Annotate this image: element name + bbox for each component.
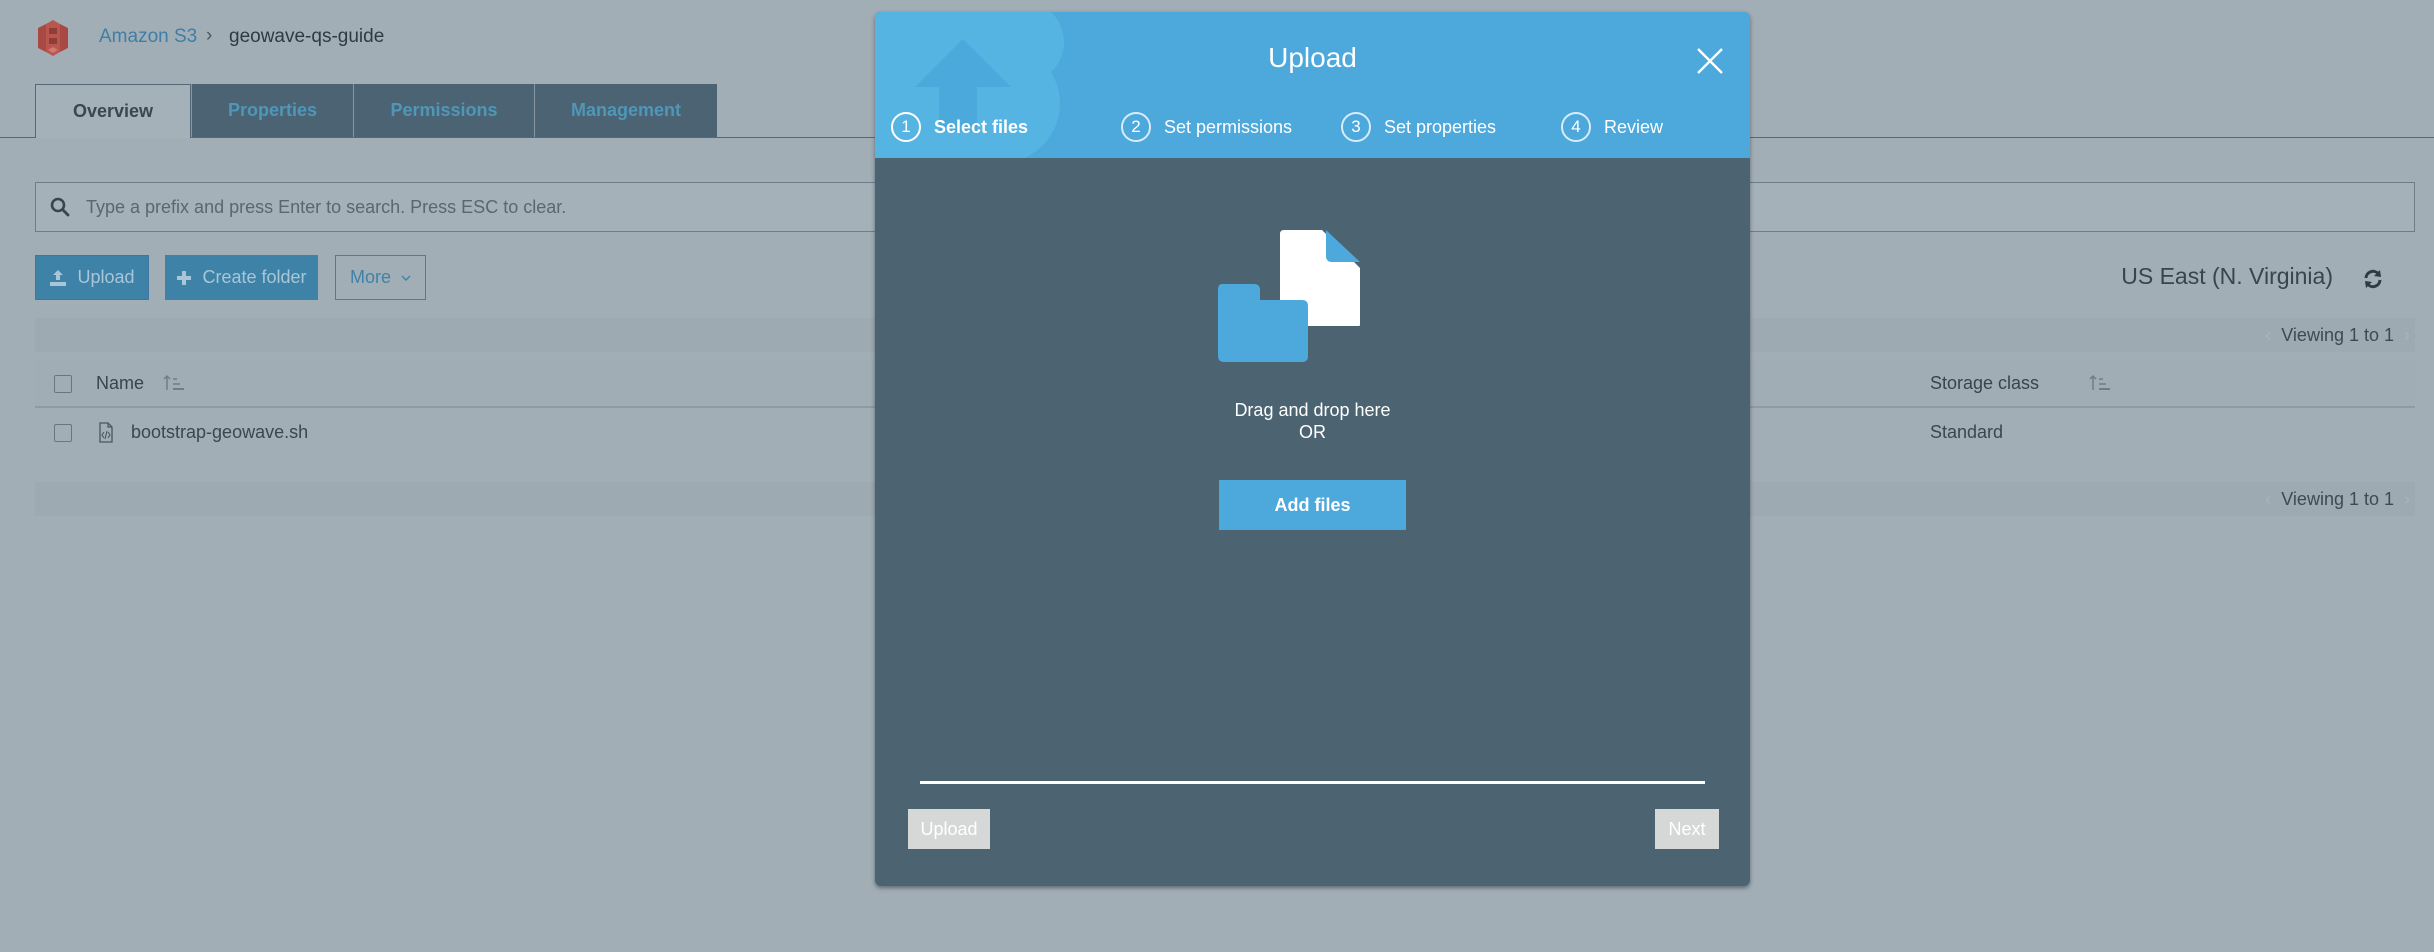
- step-select-files: 1 Select files: [891, 110, 1028, 144]
- pagination-text: Viewing 1 to 1: [2281, 488, 2394, 509]
- amazon-s3-logo: [34, 18, 72, 58]
- region-label: US East (N. Virginia): [2121, 263, 2333, 289]
- upload-dialog: Upload 1 Select files 2 Set permissions …: [875, 12, 1750, 886]
- drop-zone-text: Drag and drop here OR: [875, 399, 1750, 443]
- select-all-checkbox[interactable]: [54, 375, 72, 393]
- more-dropdown-button[interactable]: More: [335, 255, 426, 300]
- file-name-link[interactable]: bootstrap-geowave.sh: [131, 422, 308, 443]
- dialog-title: Upload: [1268, 42, 1357, 73]
- step-number: 4: [1561, 112, 1591, 142]
- column-header-name[interactable]: Name: [96, 373, 144, 394]
- script-file-icon: [99, 422, 113, 443]
- tab-label: Overview: [72, 101, 154, 121]
- row-checkbox[interactable]: [54, 424, 72, 442]
- tab-management[interactable]: Management: [534, 84, 717, 137]
- step-set-properties: 3 Set properties: [1341, 110, 1496, 144]
- upload-icon: [49, 269, 67, 287]
- chevron-down-icon: [401, 274, 411, 282]
- dialog-upload-button[interactable]: Upload: [908, 809, 990, 849]
- or-label: OR: [1299, 422, 1326, 442]
- next-page-icon[interactable]: ›: [2404, 325, 2410, 346]
- breadcrumb-separator: ›: [206, 25, 213, 46]
- tab-properties[interactable]: Properties: [191, 84, 353, 137]
- upload-button-label: Upload: [77, 267, 135, 287]
- tab-label: Permissions: [390, 100, 498, 120]
- dialog-footer-divider: [920, 781, 1705, 784]
- plus-icon: [176, 270, 192, 286]
- next-page-icon[interactable]: ›: [2404, 489, 2410, 510]
- step-review: 4 Review: [1561, 110, 1663, 144]
- create-folder-button[interactable]: Create folder: [165, 255, 318, 300]
- upload-button[interactable]: Upload: [35, 255, 149, 300]
- breadcrumb-current: geowave-qs-guide: [229, 26, 385, 47]
- search-icon: [50, 197, 70, 217]
- pagination-text: Viewing 1 to 1: [2281, 324, 2394, 345]
- add-files-button[interactable]: Add files: [1219, 480, 1406, 530]
- sort-icon[interactable]: [163, 374, 187, 392]
- step-number: 3: [1341, 112, 1371, 142]
- step-number: 2: [1121, 112, 1151, 142]
- column-header-storage-class[interactable]: Storage class: [1930, 373, 2039, 394]
- previous-page-icon[interactable]: ‹: [2265, 489, 2271, 510]
- dialog-header: Upload 1 Select files 2 Set permissions …: [875, 12, 1750, 158]
- tab-label: Management: [570, 100, 682, 120]
- create-folder-button-label: Create folder: [202, 267, 307, 287]
- tab-permissions[interactable]: Permissions: [353, 84, 534, 137]
- refresh-icon[interactable]: [2362, 268, 2384, 290]
- close-icon[interactable]: [1695, 46, 1725, 76]
- drag-drop-label: Drag and drop here: [1234, 400, 1391, 420]
- dialog-next-button[interactable]: Next: [1655, 809, 1719, 849]
- step-label: Set properties: [1384, 116, 1497, 137]
- step-label: Review: [1604, 116, 1664, 137]
- step-label: Select files: [934, 116, 1029, 137]
- file-folder-icon: [1218, 230, 1360, 362]
- step-set-permissions: 2 Set permissions: [1121, 110, 1292, 144]
- step-number: 1: [891, 112, 921, 142]
- previous-page-icon[interactable]: ‹: [2265, 325, 2271, 346]
- more-button-label: More: [349, 267, 391, 287]
- tab-label: Properties: [227, 100, 318, 120]
- tab-overview[interactable]: Overview: [35, 84, 191, 138]
- breadcrumb-home-link[interactable]: Amazon S3: [99, 26, 197, 48]
- sort-icon[interactable]: [2089, 374, 2113, 392]
- storage-class-cell: Standard: [1930, 422, 2004, 442]
- step-label: Set permissions: [1164, 116, 1293, 137]
